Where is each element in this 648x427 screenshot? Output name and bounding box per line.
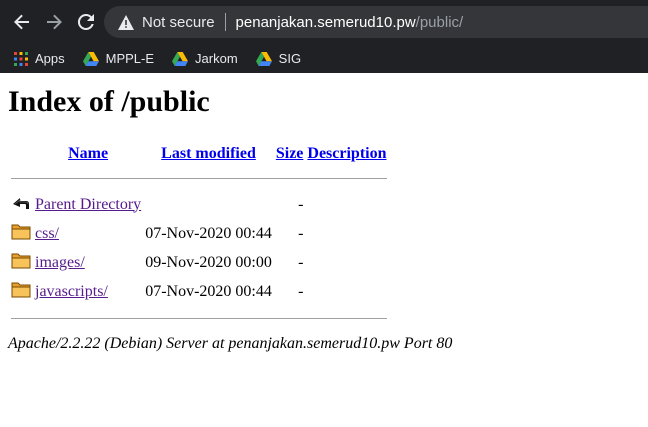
header-description: Description bbox=[306, 143, 387, 165]
row-name-cell: Parent Directory bbox=[34, 191, 142, 218]
row-modified: 07-Nov-2020 00:44 bbox=[145, 282, 272, 300]
header-size: Size bbox=[275, 143, 305, 165]
parent-directory-link[interactable]: Parent Directory bbox=[35, 196, 141, 213]
folder-icon bbox=[11, 224, 31, 240]
sort-by-size-link[interactable]: Size bbox=[276, 145, 304, 162]
address-separator bbox=[224, 13, 226, 31]
bookmark-label: Jarkom bbox=[195, 51, 238, 66]
row-name-cell: javascripts/ bbox=[34, 278, 142, 305]
header-name: Name bbox=[34, 143, 142, 165]
reload-button[interactable] bbox=[74, 10, 98, 34]
row-modified bbox=[144, 191, 273, 218]
sort-by-name-link[interactable]: Name bbox=[68, 145, 108, 162]
row-size: - bbox=[298, 282, 304, 300]
bookmark-mppl-e[interactable]: MPPL-E bbox=[82, 51, 155, 66]
row-icon-cell bbox=[10, 191, 32, 218]
row-icon-cell bbox=[10, 249, 32, 276]
row-description bbox=[306, 191, 387, 218]
row-size: - bbox=[298, 253, 304, 271]
back-button[interactable] bbox=[10, 10, 34, 34]
divider bbox=[11, 177, 387, 179]
row-description bbox=[306, 220, 387, 247]
header-last-modified: Last modified bbox=[144, 143, 273, 165]
row-description bbox=[306, 249, 387, 276]
google-drive-icon bbox=[172, 51, 189, 66]
folder-icon bbox=[11, 253, 31, 269]
directory-listing: Name Last modified Size Description Pare… bbox=[8, 141, 390, 331]
page-title: Index of /public bbox=[8, 85, 210, 118]
security-status[interactable]: Not secure bbox=[142, 14, 215, 31]
header-icon-cell bbox=[10, 143, 32, 165]
google-drive-icon bbox=[255, 51, 272, 66]
back-arrow-icon bbox=[13, 198, 29, 209]
bookmark-label: Apps bbox=[35, 51, 65, 66]
row-modified: 09-Nov-2020 00:00 bbox=[145, 253, 272, 271]
bookmark-sig[interactable]: SIG bbox=[255, 51, 302, 66]
row-modified: 07-Nov-2020 00:44 bbox=[145, 224, 272, 242]
row-size: - bbox=[298, 195, 304, 213]
separator-row bbox=[10, 307, 388, 329]
listing-header-row: Name Last modified Size Description bbox=[10, 143, 388, 165]
separator-row bbox=[10, 167, 388, 189]
row-name-cell: css/ bbox=[34, 220, 142, 247]
sort-by-modified-link[interactable]: Last modified bbox=[161, 145, 256, 162]
page-content: Index of /public Name Last modified Size… bbox=[0, 85, 648, 353]
google-drive-icon bbox=[82, 51, 99, 66]
row-icon-cell bbox=[10, 278, 32, 305]
url-host: penanjakan.semerud10.pw bbox=[235, 13, 416, 31]
css-folder-link[interactable]: css/ bbox=[35, 225, 59, 242]
apps-grid-icon bbox=[14, 51, 28, 66]
table-row: javascripts/ 07-Nov-2020 00:44 - bbox=[10, 278, 388, 305]
bookmark-jarkom[interactable]: Jarkom bbox=[172, 51, 238, 66]
row-description bbox=[306, 278, 387, 305]
browser-toolbar: Not secure penanjakan.semerud10.pw/publi… bbox=[0, 0, 648, 44]
forward-button[interactable] bbox=[42, 10, 66, 34]
forward-arrow-icon bbox=[47, 14, 62, 30]
bookmark-label: SIG bbox=[278, 51, 302, 66]
bookmark-apps[interactable]: Apps bbox=[14, 51, 65, 66]
server-signature: Apache/2.2.22 (Debian) Server at penanja… bbox=[8, 335, 453, 352]
row-size: - bbox=[298, 224, 304, 242]
back-arrow-nav-icon bbox=[14, 14, 29, 30]
table-row: css/ 07-Nov-2020 00:44 - bbox=[10, 220, 388, 247]
row-name-cell: images/ bbox=[34, 249, 142, 276]
row-icon-cell bbox=[10, 220, 32, 247]
table-row: Parent Directory - bbox=[10, 191, 388, 218]
address-bar[interactable]: Not secure penanjakan.semerud10.pw/publi… bbox=[104, 6, 648, 38]
bookmarks-bar: Apps MPPL-E Jarkom SIG bbox=[0, 44, 648, 73]
sort-by-description-link[interactable]: Description bbox=[307, 145, 386, 162]
bookmark-label: MPPL-E bbox=[105, 51, 155, 66]
browser-chrome: Not secure penanjakan.semerud10.pw/publi… bbox=[0, 0, 648, 73]
images-folder-link[interactable]: images/ bbox=[35, 254, 85, 271]
folder-icon bbox=[11, 282, 31, 298]
url-path: /public/ bbox=[415, 13, 464, 31]
warning-icon bbox=[118, 14, 134, 30]
divider bbox=[11, 317, 387, 319]
table-row: images/ 09-Nov-2020 00:00 - bbox=[10, 249, 388, 276]
reload-icon bbox=[77, 13, 94, 30]
javascripts-folder-link[interactable]: javascripts/ bbox=[35, 283, 108, 300]
